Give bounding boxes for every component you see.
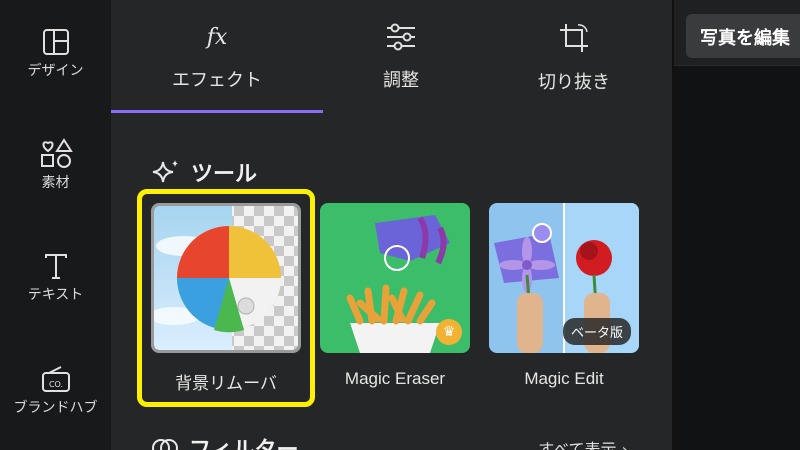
- sliders-icon: [387, 23, 415, 51]
- crown-icon: ♛: [436, 319, 462, 345]
- layout-icon: [42, 29, 69, 55]
- fx-icon: fx: [205, 25, 228, 50]
- rail-label: 素材: [41, 175, 70, 191]
- tab-label: 調整: [383, 70, 419, 91]
- beta-badge: ベータ版: [562, 318, 631, 345]
- tab-adjust[interactable]: 調整: [323, 0, 479, 112]
- text-icon: [44, 254, 67, 279]
- magic-edit-thumbnail: ベータ版: [489, 203, 639, 353]
- rail-label: テキスト: [27, 287, 84, 303]
- tab-label: 切り抜き: [538, 72, 610, 93]
- magic-eraser-thumbnail: ♛: [320, 203, 470, 353]
- tool-magic-edit[interactable]: ベータ版 Magic Edit: [489, 203, 639, 389]
- rail-item-design[interactable]: デザイン: [0, 28, 111, 80]
- rail-item-brand-hub[interactable]: CO. ブランドハブ: [0, 365, 111, 417]
- elements-icon: [40, 138, 73, 168]
- tab-label: エフェクト: [172, 70, 262, 91]
- left-rail: デザイン 素材 テキスト CO. ブランドハブ: [0, 0, 111, 450]
- top-bar: 写真を編集: [674, 0, 800, 66]
- tab-effects[interactable]: fx エフェクト: [111, 0, 323, 112]
- show-all-link[interactable]: すべて表示 ›: [538, 436, 628, 450]
- active-tab-indicator: [111, 110, 323, 113]
- canvas-area: 写真を編集: [674, 0, 800, 450]
- tool-name: Magic Eraser: [344, 369, 446, 388]
- rail-label: デザイン: [27, 63, 84, 79]
- sparkle-icon: [152, 160, 178, 183]
- effects-panel: fx エフェクト 調整 切り抜き ツール 背景リムーバ ♛ Magic Eras…: [111, 0, 672, 450]
- tools-section-title: ツール: [151, 156, 257, 188]
- edit-photo-button[interactable]: 写真を編集: [686, 14, 800, 58]
- selected-tool-highlight: [137, 189, 315, 407]
- brand-hub-icon: CO.: [41, 366, 70, 392]
- filter-icon: [152, 439, 178, 450]
- rail-item-elements[interactable]: 素材: [0, 138, 111, 192]
- tool-magic-eraser[interactable]: ♛ Magic Eraser: [320, 203, 470, 389]
- crop-icon: [560, 24, 588, 52]
- svg-text:fx: fx: [205, 25, 228, 50]
- tool-name: Magic Edit: [524, 369, 604, 388]
- tab-crop[interactable]: 切り抜き: [479, 0, 669, 112]
- rail-label: ブランドハブ: [13, 400, 98, 416]
- svg-text:CO.: CO.: [48, 380, 62, 389]
- rail-item-text[interactable]: テキスト: [0, 252, 111, 304]
